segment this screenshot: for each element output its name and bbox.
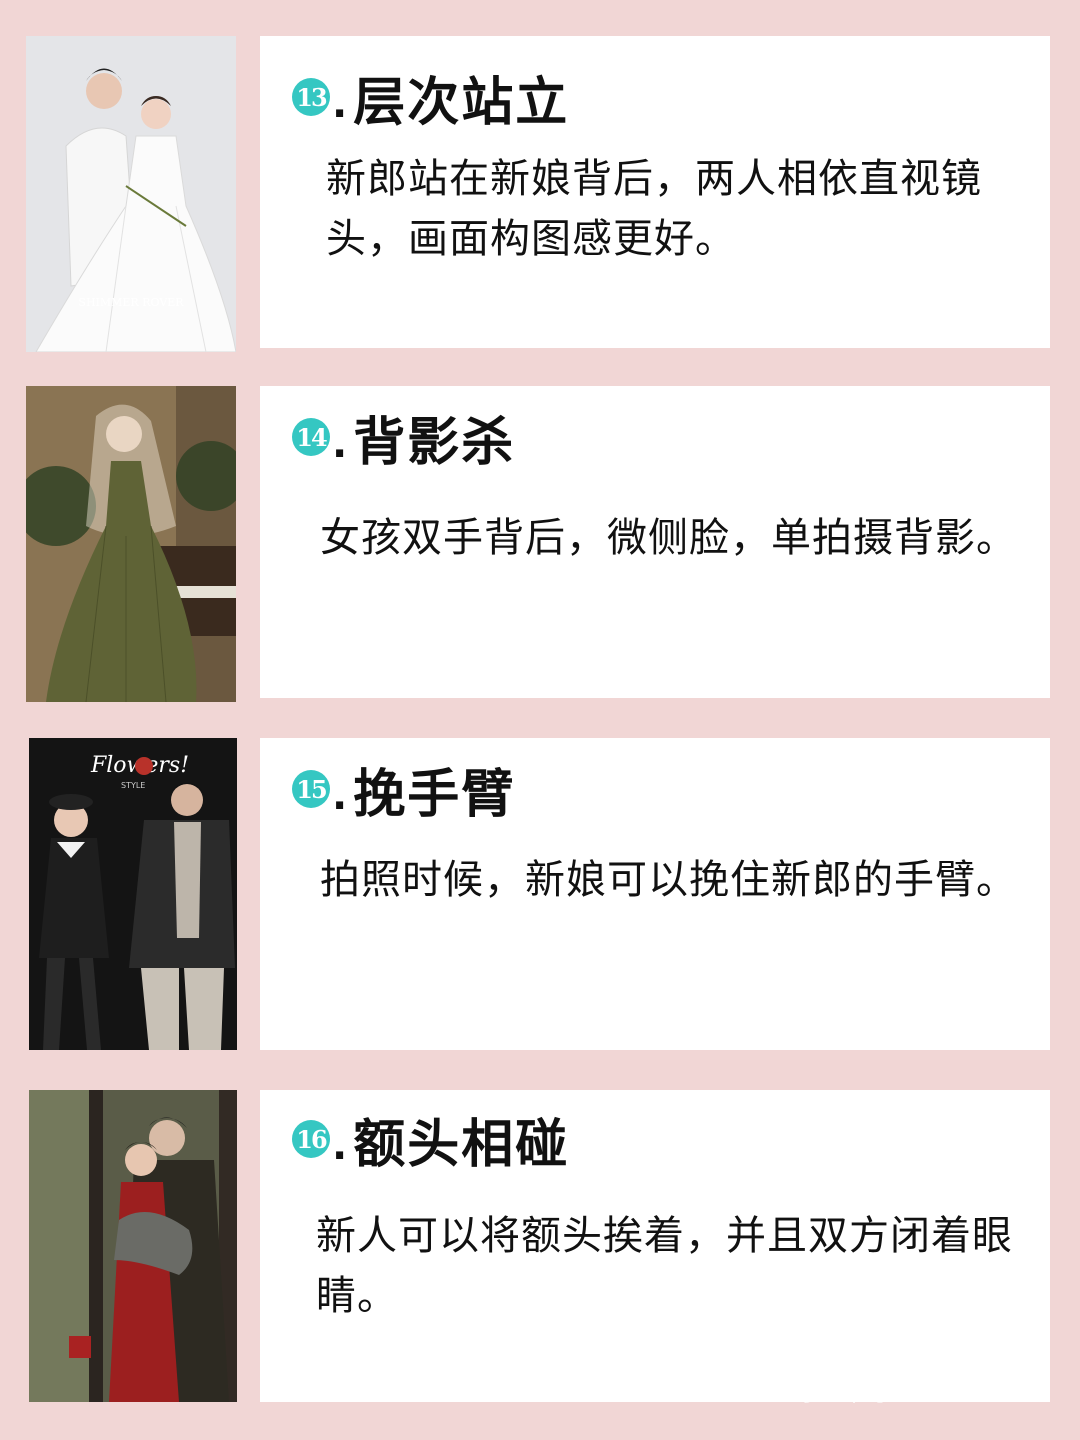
pose-title: 层次站立 [353,72,570,133]
separator-dot: . [332,421,348,467]
number-badge: 14 [292,418,330,456]
wedding-photo-green-gown [26,386,236,702]
pose-card: 16 . 额头相碰 新人可以将额头挨着，并且双方闭着眼睛。 [260,1090,1050,1402]
wedding-photo-white-gown: SHIMMER ROVER [26,36,236,352]
watermark-id: 小红书号: 947781910 [798,1382,1042,1407]
wedding-photo-black-outfit: Flowers! STYLE [29,738,237,1050]
pose-description: 新郎站在新娘背后，两人相依直视镜头，画面构图感更好。 [326,156,982,262]
pose-title: 背影杀 [353,412,516,473]
separator-dot: . [332,773,348,819]
separator-dot: . [332,81,348,127]
pose-card: 14 . 背影杀 女孩双手背后，微侧脸，单拍摄背影。 [260,386,1050,698]
pose-description: 拍照时候，新娘可以挽住新郎的手臂。 [320,857,1017,903]
number-badge: 16 [292,1120,330,1158]
pose-card: 13 . 层次站立 新郎站在新娘背后，两人相依直视镜头，画面构图感更好。 [260,36,1050,348]
pose-heading: 13 . 层次站立 [292,62,570,133]
xiaohongshu-logo: 小红书 [955,1340,1037,1378]
pose-title: 挽手臂 [353,764,516,825]
number-badge: 13 [292,78,330,116]
pose-heading: 15 . 挽手臂 [292,754,516,825]
photo-subcaption: STYLE [121,781,145,790]
pose-title: 额头相碰 [353,1114,570,1175]
pose-description: 新人可以将额头挨着，并且双方闭着眼睛。 [316,1213,1013,1319]
photo-caption: SHIMMER ROVER [78,296,184,309]
separator-dot: . [332,1123,348,1169]
wedding-photo-red-qipao [29,1090,237,1402]
pose-description: 女孩双手背后，微侧脸，单拍摄背影。 [320,515,1017,561]
pose-heading: 14 . 背影杀 [292,402,516,473]
pose-heading: 16 . 额头相碰 [292,1104,570,1175]
pose-card: 15 . 挽手臂 拍照时候，新娘可以挽住新郎的手臂。 [260,738,1050,1050]
number-badge: 15 [292,770,330,808]
